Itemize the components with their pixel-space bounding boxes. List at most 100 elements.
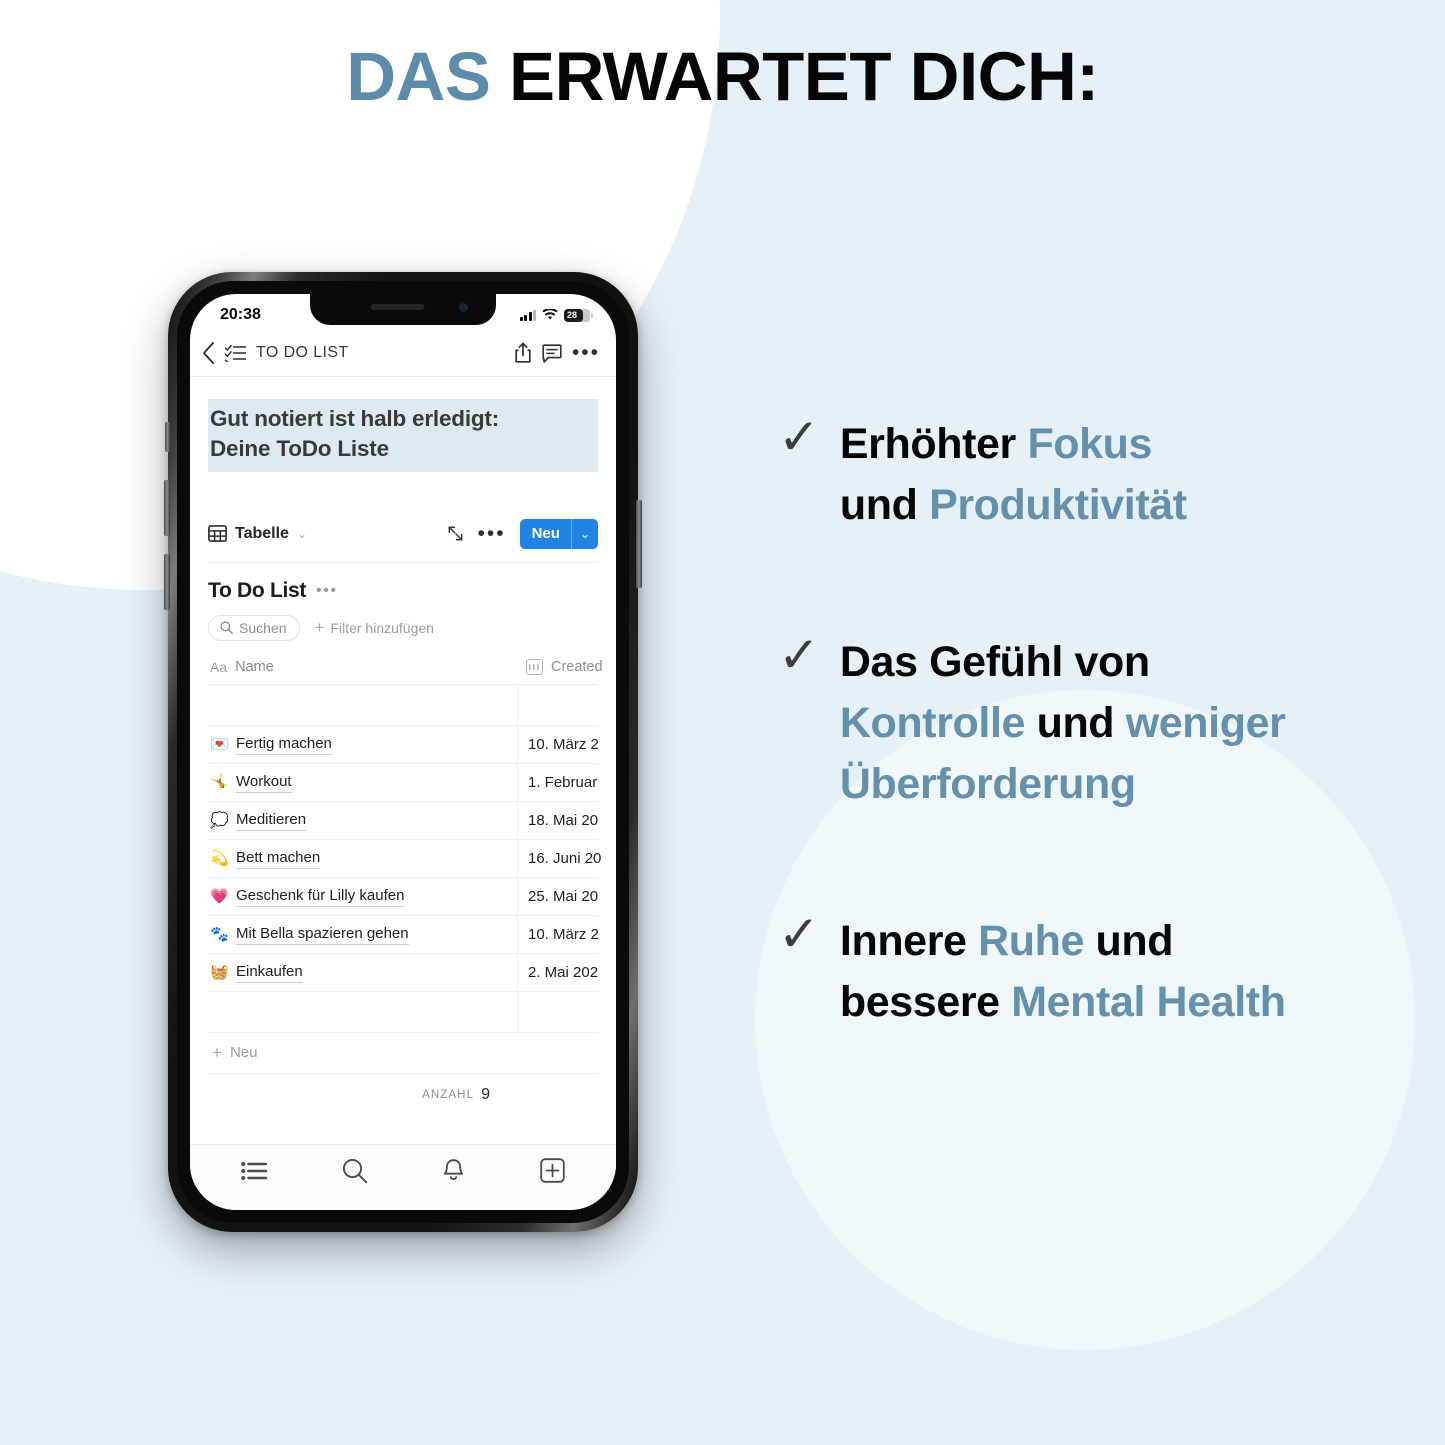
cell-name: 🐾 Mit Bella spazieren gehen xyxy=(208,915,518,953)
database-title-more-icon[interactable]: ••• xyxy=(316,583,338,598)
row-name-label: Workout xyxy=(236,772,292,793)
share-icon[interactable] xyxy=(514,342,532,364)
note-body: Gut notiert ist halb erledigt: Deine ToD… xyxy=(190,399,616,1116)
plus-icon: + xyxy=(314,617,325,637)
view-label: Tabelle xyxy=(235,524,289,542)
table-row[interactable]: 💭 Meditieren 18. Mai 20 xyxy=(208,801,599,840)
benefit-item: ✓ Innere Ruhe und bessere Mental Health xyxy=(778,906,1398,1033)
database-table: Aa Name Created 💌 Fertig machen 10. März… xyxy=(208,658,603,1116)
benefit-text: Erhöhter Fokus und Produktivität xyxy=(840,414,1187,536)
benefit-text: Das Gefühl von Kontrolle und weniger Übe… xyxy=(840,632,1286,815)
phone-screen: 20:38 28 TO DO LIST ••• Gut notiert ist … xyxy=(190,294,616,1210)
table-row[interactable]: 💌 Fertig machen 10. März 2 xyxy=(208,725,599,764)
table-row-empty[interactable] xyxy=(208,684,598,726)
page-title-rest: ERWARTET DICH: xyxy=(490,38,1099,115)
benefit-2-line3-accent: Überforderung xyxy=(839,760,1136,809)
column-header-name[interactable]: Aa Name xyxy=(208,659,518,675)
table-row[interactable]: 🐾 Mit Bella spazieren gehen 10. März 2 xyxy=(208,915,599,954)
plus-box-icon[interactable] xyxy=(540,1158,565,1183)
benefit-3-line2-plain: bessere xyxy=(839,978,1012,1027)
benefit-2-line2-plain: und xyxy=(1025,699,1126,748)
benefit-2-line2-accent-b: weniger xyxy=(1125,699,1286,748)
benefit-1-line1-plain: Erhöhter xyxy=(839,420,1028,468)
benefit-text: Innere Ruhe und bessere Mental Health xyxy=(840,911,1286,1033)
battery-icon: 28 xyxy=(564,308,593,322)
row-name-label: Einkaufen xyxy=(236,962,303,983)
add-row-button[interactable]: + Neu xyxy=(208,1033,598,1074)
table-row[interactable]: 💫 Bett machen 16. Juni 20 xyxy=(208,839,602,878)
benefit-3-line1-accent: Ruhe xyxy=(978,917,1085,966)
phone-bezel: 20:38 28 TO DO LIST ••• Gut notiert ist … xyxy=(177,281,629,1223)
love-letter-emoji: 💌 xyxy=(210,736,229,754)
dizzy-emoji: 💫 xyxy=(210,850,229,868)
benefit-3-line2-accent: Mental Health xyxy=(1011,978,1286,1027)
table-row[interactable]: 🧺 Einkaufen 2. Mai 202 xyxy=(208,953,599,992)
table-row[interactable]: 💗 Geschenk für Lilly kaufen 25. Mai 20 xyxy=(208,877,599,916)
row-name-label: Meditieren xyxy=(236,810,307,831)
chevron-down-icon[interactable]: ⌄ xyxy=(572,527,598,541)
cell-name: 🤸 Workout xyxy=(208,763,518,801)
phone-power-button[interactable] xyxy=(636,500,642,588)
database-more-icon[interactable]: ••• xyxy=(478,523,506,543)
phone-notch xyxy=(310,294,496,325)
view-selector[interactable]: Tabelle ⌄ xyxy=(208,525,307,543)
add-filter-label: Filter hinzufügen xyxy=(330,619,434,636)
bottom-navigation xyxy=(190,1144,616,1210)
phone-volume-down-button[interactable] xyxy=(164,554,170,610)
benefit-3-line1-plain-b: und xyxy=(1084,917,1174,966)
battery-percent: 28 xyxy=(567,309,578,320)
chevron-left-icon[interactable] xyxy=(202,342,215,364)
column-header-created[interactable]: Created xyxy=(518,658,603,675)
cell-name: 💭 Meditieren xyxy=(208,801,518,839)
cellular-signal-icon xyxy=(519,309,536,321)
expand-arrows-icon[interactable] xyxy=(447,525,464,542)
paw-prints-emoji: 🐾 xyxy=(210,926,229,944)
phone-volume-up-button[interactable] xyxy=(164,480,170,536)
app-header: TO DO LIST ••• xyxy=(190,330,616,377)
filter-row: Suchen + Filter hinzufügen xyxy=(208,614,598,641)
benefit-2-line1-plain: Das Gefühl von xyxy=(839,638,1150,687)
app-header-title: TO DO LIST xyxy=(256,344,349,361)
chevron-down-icon: ⌄ xyxy=(296,526,308,541)
cell-created: 10. März 2 xyxy=(528,925,599,943)
benefits-list: ✓ Erhöhter Fokus und Produktivität ✓ Das… xyxy=(778,409,1398,1033)
search-icon[interactable] xyxy=(342,1158,368,1184)
row-name-label: Fertig machen xyxy=(236,734,332,755)
row-count: ANZAHL 9 xyxy=(208,1074,598,1116)
page-title-accent: DAS xyxy=(346,38,491,115)
note-title-line2: Deine ToDo Liste xyxy=(210,436,389,462)
check-icon: ✓ xyxy=(778,409,820,465)
row-count-value: 9 xyxy=(481,1085,490,1103)
cell-created: 1. Februar xyxy=(528,773,598,791)
earpiece-speaker xyxy=(370,304,425,310)
search-input[interactable]: Suchen xyxy=(208,614,301,641)
benefit-1-line1-accent: Fokus xyxy=(1027,420,1153,468)
phone-mute-switch[interactable] xyxy=(165,422,170,452)
plus-icon: + xyxy=(212,1042,222,1062)
cell-created: 2. Mai 202 xyxy=(528,963,599,981)
search-icon xyxy=(220,621,233,635)
new-button[interactable]: Neu ⌄ xyxy=(519,518,598,549)
cell-created: 25. Mai 20 xyxy=(528,887,599,905)
list-icon[interactable] xyxy=(241,1161,268,1181)
table-row-empty[interactable] xyxy=(208,991,598,1033)
cell-name xyxy=(208,991,518,1032)
status-time: 20:38 xyxy=(220,306,261,323)
database-toolbar: Tabelle ⌄ ••• Neu ⌄ xyxy=(208,514,598,563)
more-horizontal-icon[interactable]: ••• xyxy=(572,342,600,362)
database-title: To Do List xyxy=(208,578,307,602)
add-filter-button[interactable]: + Filter hinzufügen xyxy=(314,618,433,638)
cell-created: 16. Juni 20 xyxy=(528,849,602,867)
benefit-item: ✓ Das Gefühl von Kontrolle und weniger Ü… xyxy=(778,630,1398,815)
bell-icon[interactable] xyxy=(442,1158,465,1184)
cell-created: 18. Mai 20 xyxy=(528,811,599,829)
phone-mockup: 20:38 28 TO DO LIST ••• Gut notiert ist … xyxy=(164,272,642,1232)
note-title: Gut notiert ist halb erledigt: Deine ToD… xyxy=(208,399,598,472)
cartwheel-emoji: 🤸 xyxy=(210,774,229,792)
basket-emoji: 🧺 xyxy=(210,964,229,982)
benefit-item: ✓ Erhöhter Fokus und Produktivität xyxy=(778,409,1398,536)
check-icon: ✓ xyxy=(778,906,820,963)
table-row[interactable]: 🤸 Workout 1. Februar xyxy=(208,763,598,802)
benefit-3-line1-plain-a: Innere xyxy=(839,917,979,966)
comment-icon[interactable] xyxy=(542,343,562,363)
